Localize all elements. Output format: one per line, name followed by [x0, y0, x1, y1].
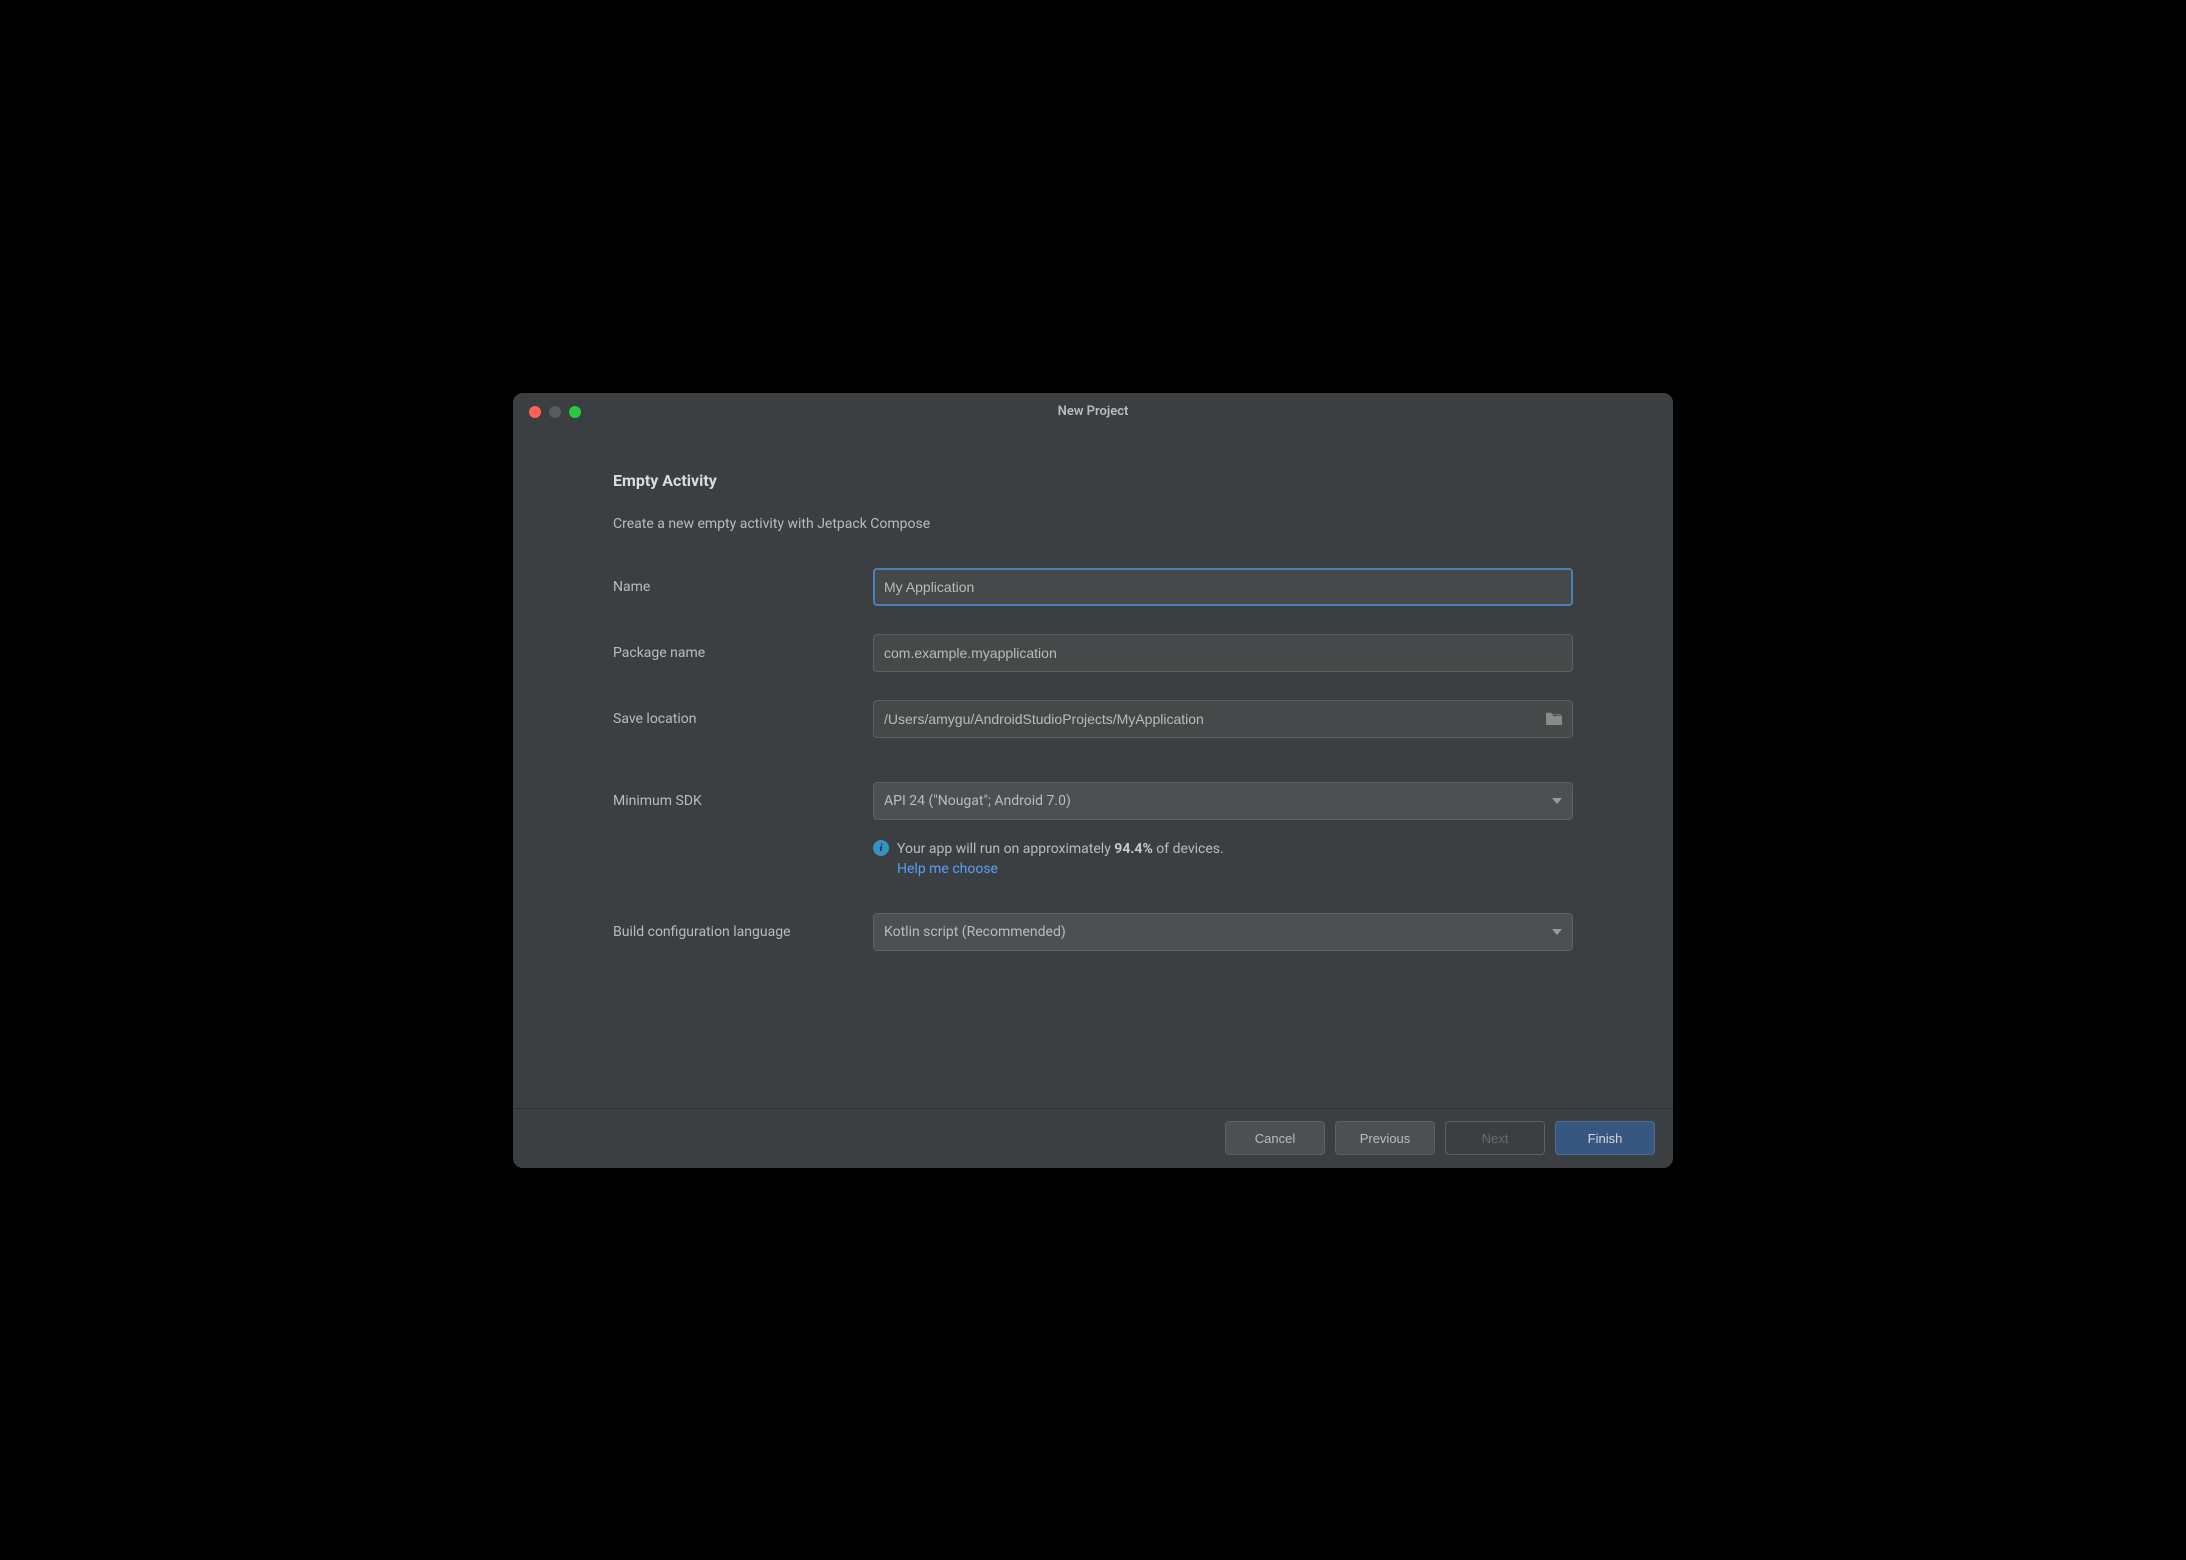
minimum-sdk-select[interactable]: API 24 ("Nougat"; Android 7.0)	[873, 782, 1573, 820]
chevron-down-icon	[1552, 929, 1562, 935]
cancel-button[interactable]: Cancel	[1225, 1121, 1325, 1155]
page-subtitle: Create a new empty activity with Jetpack…	[613, 516, 1573, 532]
chevron-down-icon	[1552, 798, 1562, 804]
package-name-input[interactable]	[873, 634, 1573, 672]
save-location-input[interactable]	[873, 700, 1573, 738]
minimize-icon	[549, 406, 561, 418]
name-label: Name	[613, 579, 873, 595]
build-language-select[interactable]: Kotlin script (Recommended)	[873, 913, 1573, 951]
info-icon: i	[873, 840, 889, 856]
window-controls	[513, 406, 581, 418]
sdk-coverage-text: Your app will run on approximately 94.4%…	[897, 838, 1224, 862]
finish-button[interactable]: Finish	[1555, 1121, 1655, 1155]
sdk-label: Minimum SDK	[613, 793, 873, 809]
sdk-row: Minimum SDK API 24 ("Nougat"; Android 7.…	[613, 782, 1573, 820]
minimum-sdk-value: API 24 ("Nougat"; Android 7.0)	[884, 793, 1071, 809]
location-row: Save location	[613, 700, 1573, 738]
window-title: New Project	[513, 404, 1673, 419]
dialog-content: Empty Activity Create a new empty activi…	[513, 431, 1673, 1108]
previous-button[interactable]: Previous	[1335, 1121, 1435, 1155]
titlebar: New Project	[513, 393, 1673, 431]
sdk-info-row: i Your app will run on approximately 94.…	[613, 838, 1573, 878]
page-title: Empty Activity	[613, 471, 1573, 490]
buildlang-row: Build configuration language Kotlin scri…	[613, 913, 1573, 951]
build-language-value: Kotlin script (Recommended)	[884, 924, 1066, 940]
new-project-dialog: New Project Empty Activity Create a new …	[513, 393, 1673, 1168]
name-row: Name	[613, 568, 1573, 606]
location-label: Save location	[613, 711, 873, 727]
package-row: Package name	[613, 634, 1573, 672]
close-icon[interactable]	[529, 406, 541, 418]
maximize-icon[interactable]	[569, 406, 581, 418]
package-label: Package name	[613, 645, 873, 661]
name-input[interactable]	[873, 568, 1573, 606]
dialog-footer: Cancel Previous Next Finish	[513, 1108, 1673, 1168]
folder-icon[interactable]	[1545, 712, 1563, 726]
help-me-choose-link[interactable]: Help me choose	[897, 861, 1224, 877]
buildlang-label: Build configuration language	[613, 924, 873, 940]
next-button: Next	[1445, 1121, 1545, 1155]
